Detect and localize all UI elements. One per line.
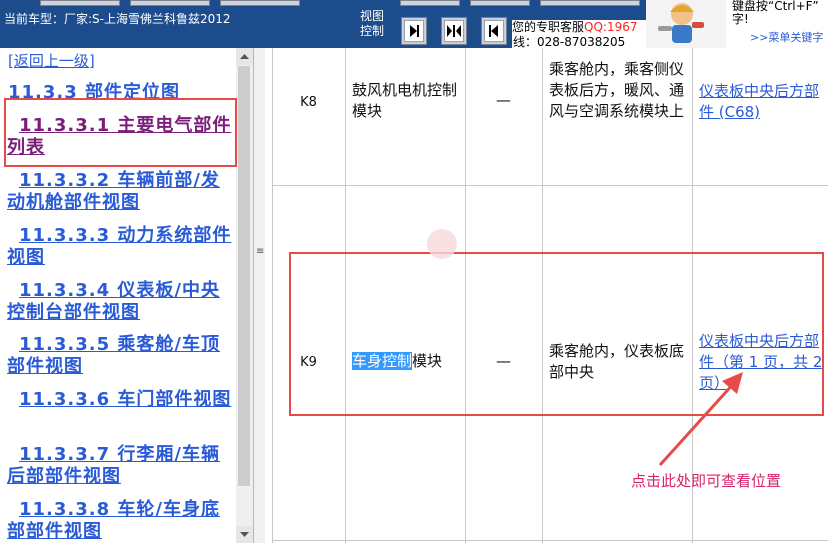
annotation-arrow-icon — [658, 372, 743, 467]
annotation-text: 点击此处即可查看位置 — [631, 472, 782, 490]
